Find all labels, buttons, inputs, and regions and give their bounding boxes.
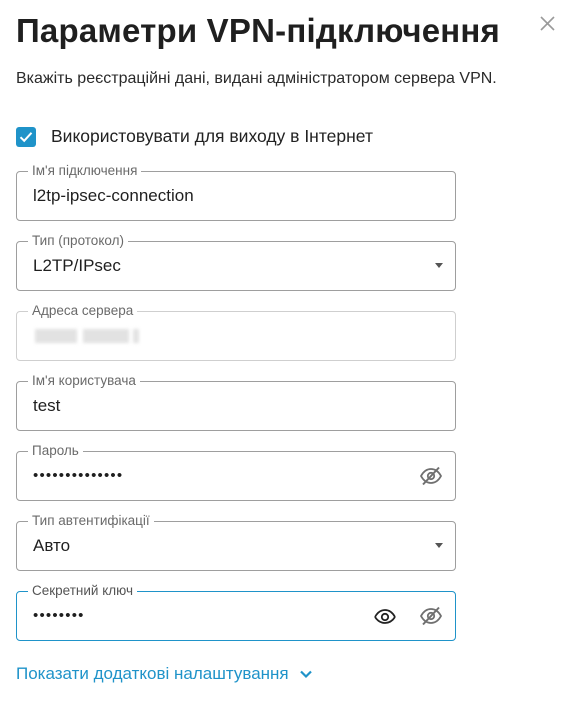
caret-down-icon — [435, 263, 443, 268]
secret-key-field[interactable]: Секретний ключ •••••••• — [16, 583, 456, 641]
eye-off-icon — [419, 466, 443, 486]
server-address-field[interactable]: Адреса сервера — [16, 303, 456, 361]
toggle-password-visibility-button[interactable] — [419, 465, 443, 487]
caret-down-icon — [435, 543, 443, 548]
username-value: test — [33, 396, 61, 415]
server-address-redacted — [133, 329, 139, 343]
dialog-title: Параметри VPN-підключення — [16, 12, 501, 49]
show-more-settings-link[interactable]: Показати додаткові налаштування — [16, 664, 313, 684]
show-more-settings-label: Показати додаткові налаштування — [16, 664, 289, 683]
auth-type-select[interactable]: Тип автентифікації Авто — [16, 513, 456, 571]
server-address-redacted — [83, 329, 129, 343]
eye-icon — [374, 609, 396, 624]
toggle-secret-key-visibility-button[interactable] — [419, 605, 443, 627]
password-field[interactable]: Пароль •••••••••••••• — [16, 443, 456, 501]
eye-off-icon — [419, 606, 443, 626]
close-icon — [540, 16, 555, 31]
internet-checkbox-row[interactable]: Використовувати для виходу в Інтернет — [16, 126, 373, 147]
protocol-select[interactable]: Тип (протокол) L2TP/IPsec — [16, 233, 456, 291]
secret-key-value: •••••••• — [33, 607, 85, 624]
username-field[interactable]: Ім'я користувача test — [16, 373, 456, 431]
internet-checkbox-label: Використовувати для виходу в Інтернет — [51, 126, 373, 146]
connection-name-value: l2tp-ipsec-connection — [33, 186, 194, 205]
internet-checkbox[interactable] — [16, 126, 36, 147]
auth-type-value: Авто — [33, 536, 71, 555]
server-address-redacted — [35, 329, 77, 343]
close-button[interactable] — [535, 12, 561, 38]
connection-name-field[interactable]: Ім'я підключення l2tp-ipsec-connection — [16, 163, 456, 221]
server-address-label: Адреса сервера — [28, 303, 138, 319]
protocol-value: L2TP/IPsec — [33, 256, 121, 275]
show-secret-key-button[interactable] — [373, 605, 397, 627]
dialog-subtitle: Вкажіть реєстраційні дані, видані адміні… — [16, 70, 497, 87]
checkmark-icon — [19, 131, 33, 142]
chevron-down-icon — [299, 670, 312, 679]
password-value: •••••••••••••• — [33, 467, 124, 484]
